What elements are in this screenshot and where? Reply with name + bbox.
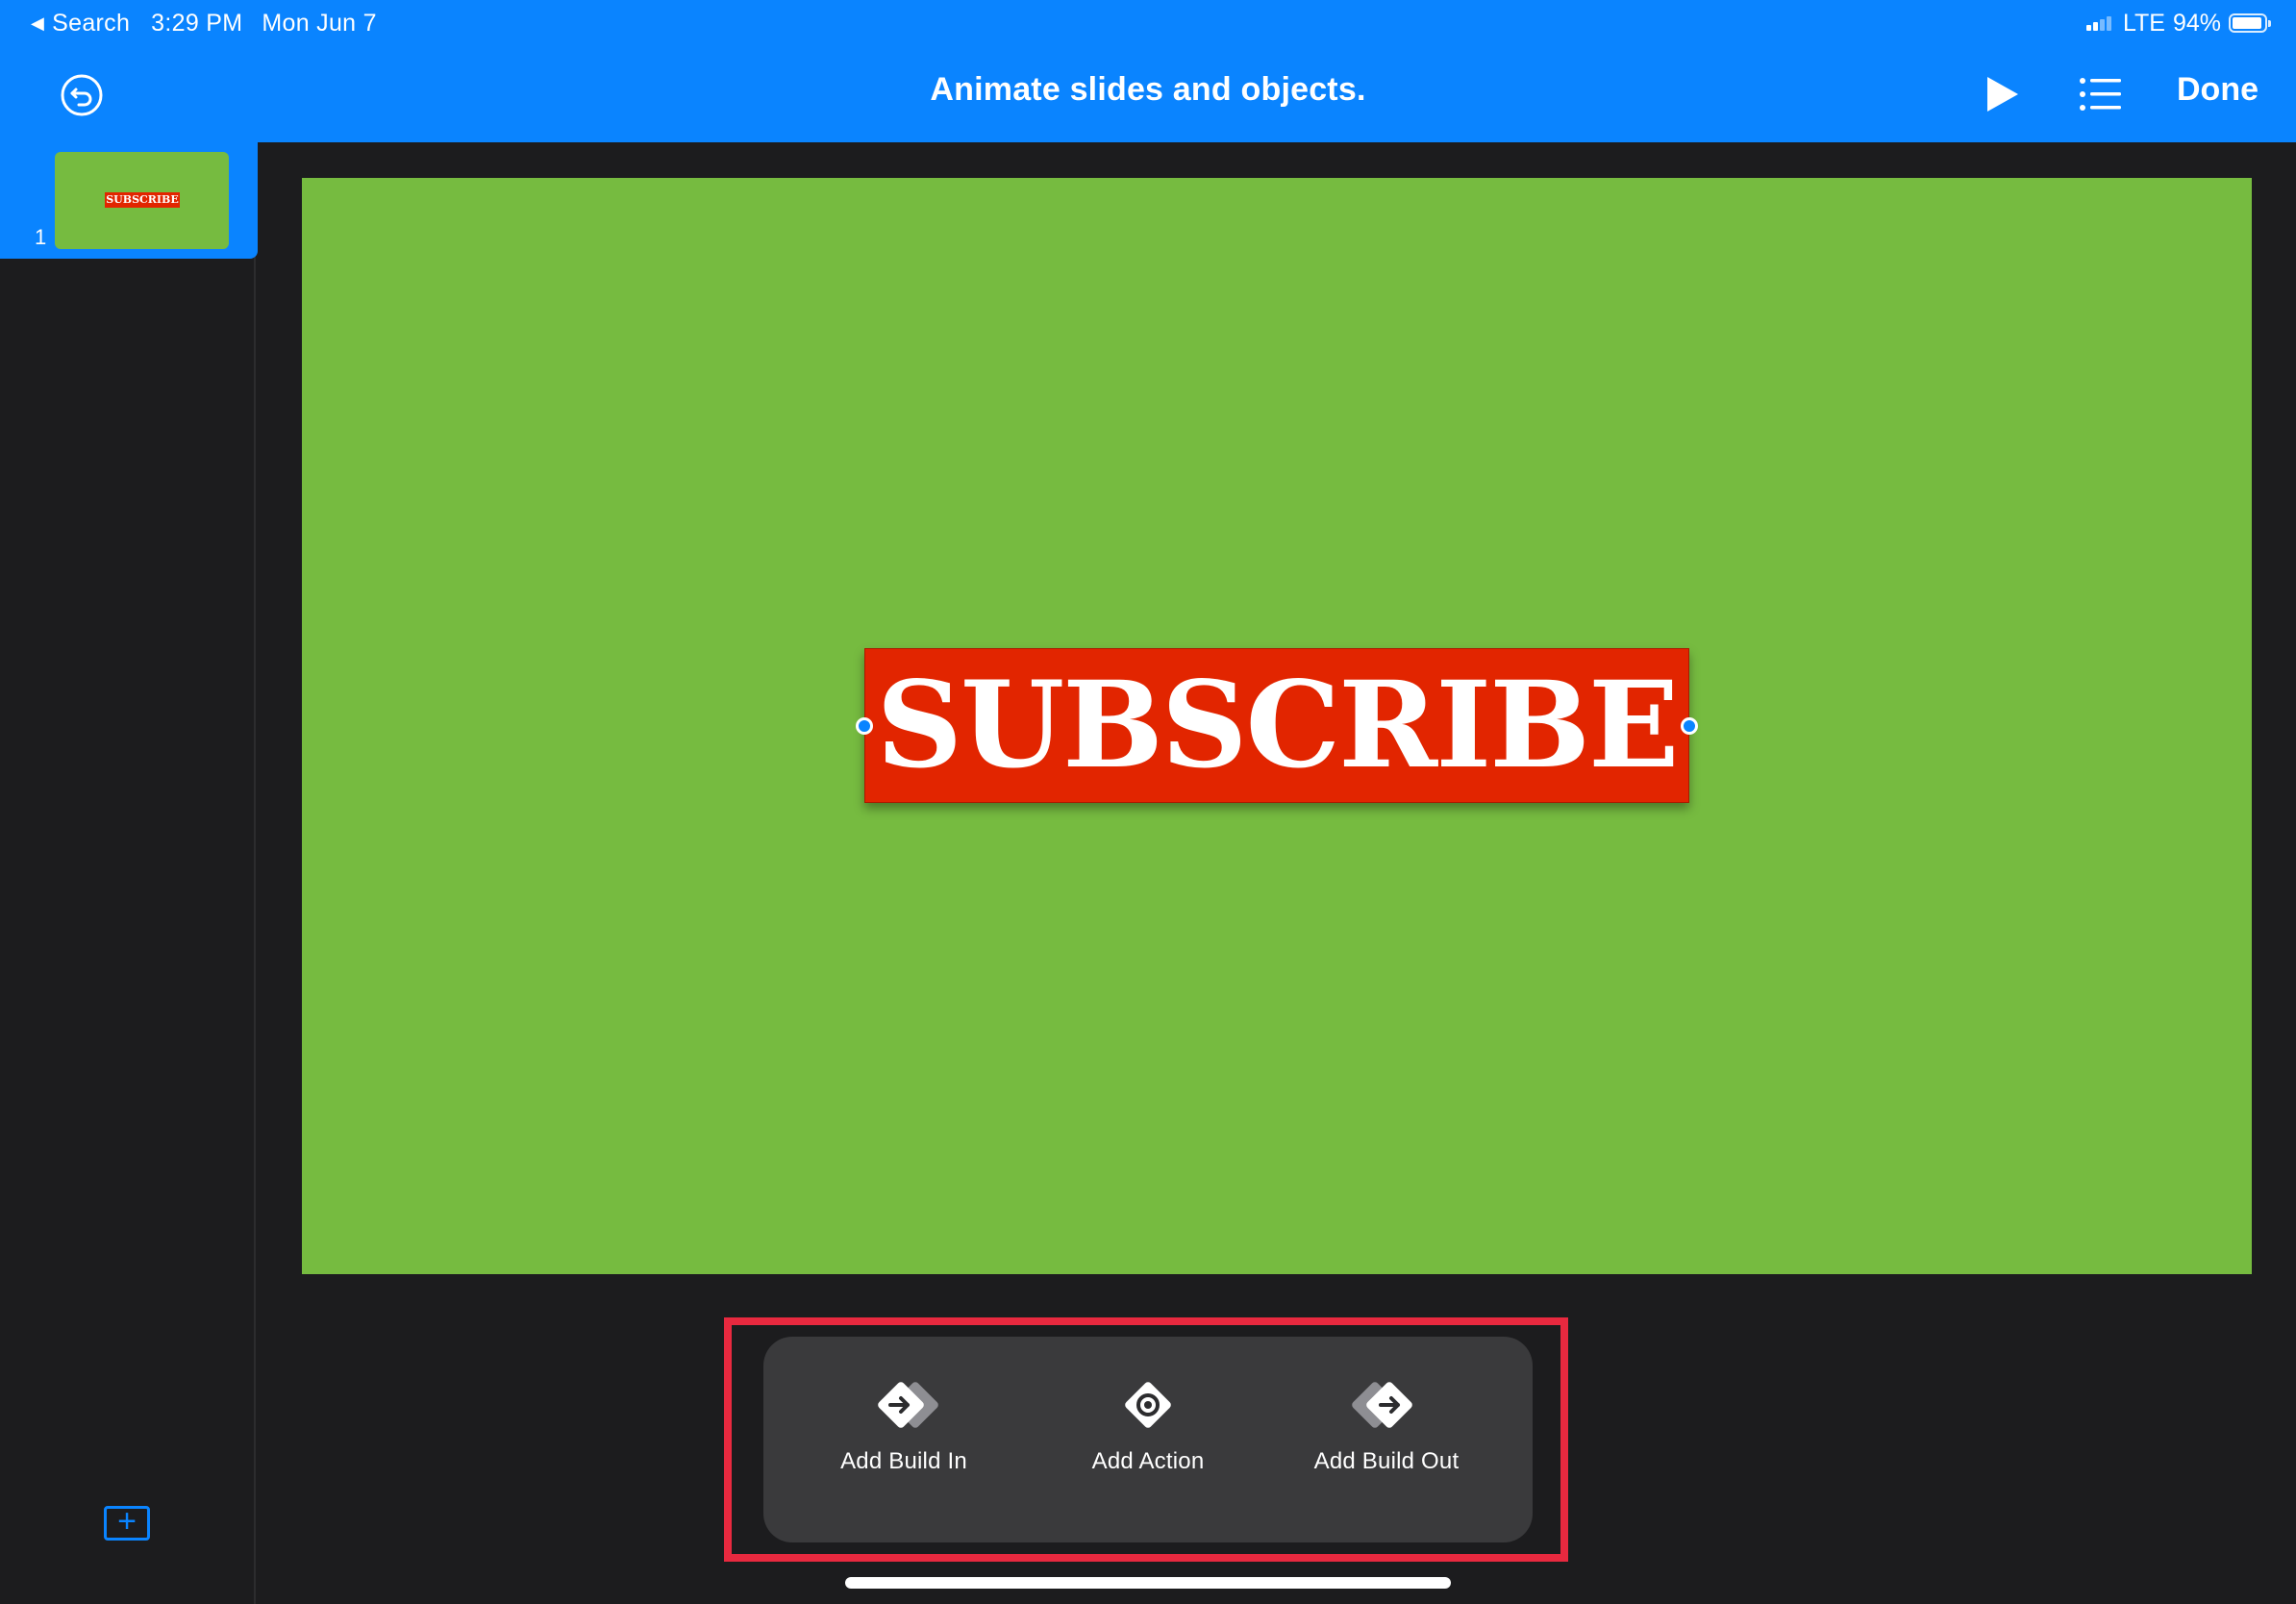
page-title: Animate slides and objects. [930, 71, 1366, 108]
animation-menu: Add Build In Add Action Add Build Out [763, 1337, 1533, 1542]
slide-canvas[interactable]: SUBSCRIBE [302, 178, 2252, 1274]
right-resize-handle[interactable] [1681, 717, 1698, 735]
slide-navigator: 1 SUBSCRIBE + [0, 142, 258, 1604]
cellular-signal-icon [2085, 15, 2113, 31]
status-time: 3:29 PM [151, 9, 243, 37]
build-out-icon [1352, 1382, 1412, 1428]
play-icon [1987, 77, 2018, 112]
list-icon [2080, 78, 2121, 111]
play-button[interactable] [1984, 75, 2021, 113]
home-indicator[interactable] [845, 1577, 1451, 1589]
add-build-out-button[interactable]: Add Build Out [1281, 1375, 1492, 1475]
network-type: LTE [2122, 9, 2165, 37]
slide-number: 1 [35, 225, 47, 249]
add-slide-button[interactable]: + [104, 1503, 150, 1541]
add-build-out-label: Add Build Out [1313, 1448, 1460, 1474]
left-resize-handle[interactable] [856, 717, 873, 735]
status-bar-left: ◀ Search 3:29 PM Mon Jun 7 [31, 8, 377, 38]
status-bar-right: LTE 94% [2085, 8, 2271, 38]
subscribe-text: SUBSCRIBE [876, 655, 1679, 795]
outline-list-button[interactable] [2079, 75, 2123, 113]
status-date: Mon Jun 7 [262, 9, 377, 37]
battery-fill [2233, 17, 2262, 29]
add-build-in-button[interactable]: Add Build In [798, 1375, 1010, 1475]
subscribe-text-box[interactable]: SUBSCRIBE [856, 648, 1698, 803]
thumbnail-subscribe-label: SUBSCRIBE [105, 192, 180, 208]
add-build-in-label: Add Build In [840, 1448, 967, 1474]
slide-item-1[interactable]: 1 SUBSCRIBE [0, 142, 258, 259]
done-button[interactable]: Done [2177, 71, 2259, 109]
add-action-label: Add Action [1091, 1448, 1205, 1474]
build-in-icon [878, 1382, 938, 1428]
add-action-button[interactable]: Add Action [1042, 1375, 1254, 1475]
slide-thumbnail[interactable]: SUBSCRIBE [55, 152, 229, 249]
back-to-search-link[interactable]: Search [52, 10, 130, 38]
back-arrow-icon[interactable]: ◀ [31, 13, 44, 34]
top-bar: ◀ Search 3:29 PM Mon Jun 7 LTE 94% Anima… [0, 0, 2296, 142]
battery-icon [2229, 13, 2271, 33]
battery-percent: 94% [2172, 9, 2221, 37]
plus-icon: + [117, 1503, 137, 1540]
action-icon [1125, 1382, 1171, 1428]
